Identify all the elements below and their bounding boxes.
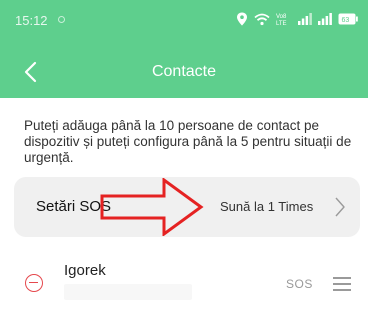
signal-icon	[298, 13, 312, 25]
svg-text:LTE: LTE	[276, 21, 287, 26]
contact-name: Igorek	[64, 262, 106, 279]
page-title: Contacte	[151, 63, 217, 80]
info-text: Puteți adăuga până la 10 persoane de con…	[24, 118, 352, 165]
svg-text:Vo8: Vo8	[276, 14, 287, 20]
chevron-right-icon	[335, 197, 345, 217]
contact-sos-tag[interactable]: SOS	[286, 277, 313, 291]
volte-icon: Vo8 LTE	[276, 14, 287, 26]
contact-row[interactable]: Igorek SOS	[0, 250, 368, 309]
battery-icon: 63	[338, 13, 358, 25]
notification-dot-icon	[58, 16, 65, 23]
remove-contact-icon[interactable]	[25, 274, 43, 292]
title-bar: Contacte	[0, 52, 368, 92]
drag-handle-icon[interactable]	[333, 277, 351, 291]
location-icon	[237, 12, 247, 26]
signal-icon	[318, 13, 332, 25]
status-icons: Vo8 LTE 63	[236, 10, 358, 28]
annotation-arrow-icon	[100, 178, 204, 236]
contact-phone-redacted	[64, 284, 192, 300]
wifi-icon	[254, 13, 270, 25]
header-bar: 15:12 Vo8 LTE 63 Contacte	[0, 0, 368, 98]
sos-settings-value: Sună la 1 Times	[220, 199, 314, 214]
status-bar: 15:12 Vo8 LTE 63	[0, 0, 368, 38]
battery-level: 63	[342, 17, 350, 24]
status-time: 15:12	[15, 13, 48, 28]
